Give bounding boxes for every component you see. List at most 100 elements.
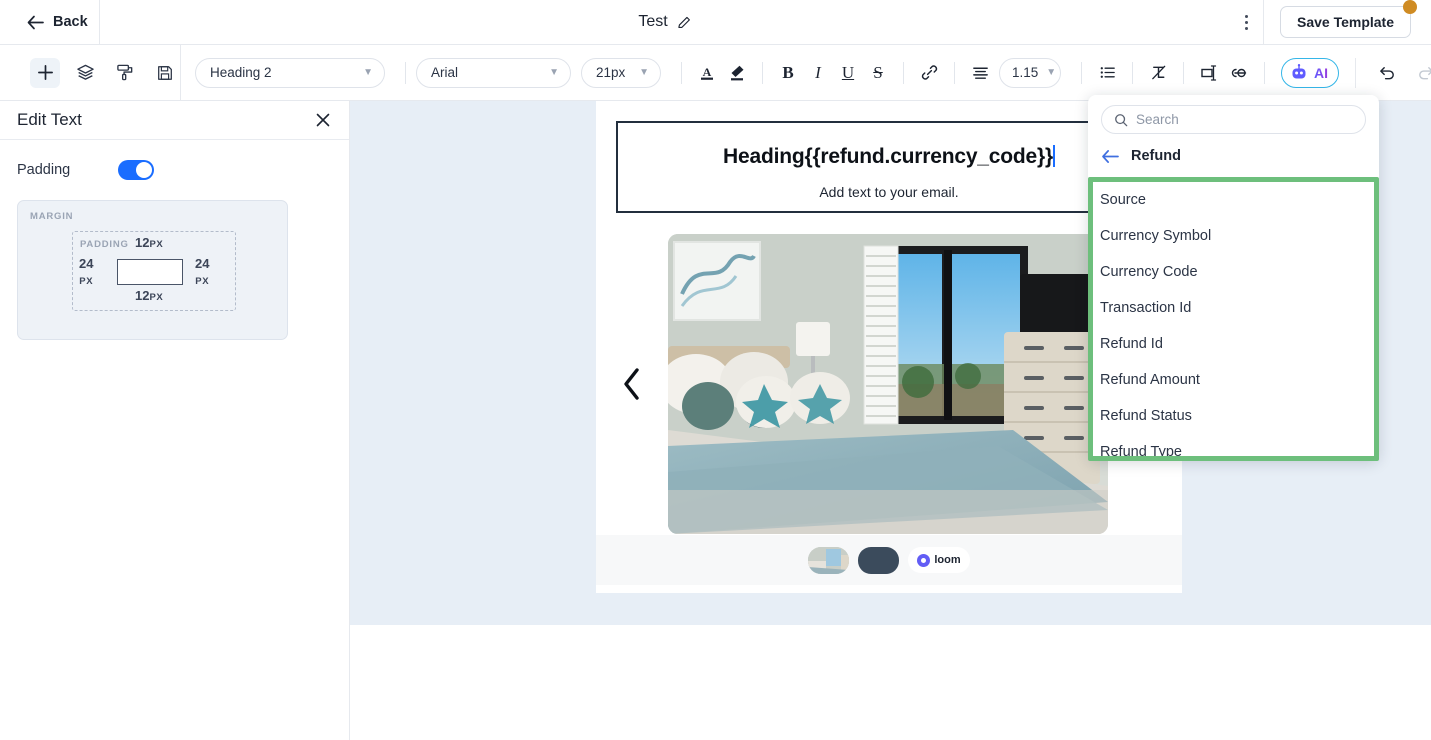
- arrow-left-icon: [27, 15, 44, 30]
- toolbar-block-tools: [0, 44, 181, 101]
- more-vertical-icon[interactable]: [1230, 0, 1264, 45]
- panel-header: Edit Text: [0, 101, 349, 140]
- variable-item-label: Refund Id: [1100, 336, 1163, 352]
- loom-badge-label: loom: [934, 554, 961, 566]
- variable-item-source[interactable]: Source: [1093, 182, 1374, 218]
- variable-item-label: Currency Symbol: [1100, 228, 1212, 244]
- bulleted-list-icon[interactable]: [1092, 58, 1122, 88]
- top-bar-actions: Save Template: [1230, 0, 1431, 45]
- link-icon[interactable]: [914, 58, 944, 88]
- font-family-select[interactable]: Arial ▼: [416, 57, 571, 88]
- variable-breadcrumb-back[interactable]: Refund: [1088, 134, 1379, 177]
- variable-item-currency-code[interactable]: Currency Code: [1093, 254, 1374, 290]
- padding-label: Padding: [17, 162, 71, 178]
- variable-item-refund-status[interactable]: Refund Status: [1093, 398, 1374, 434]
- add-block-icon[interactable]: [30, 57, 60, 88]
- padding-bottom-unit: PX: [149, 292, 164, 303]
- variable-link-icon[interactable]: [1224, 58, 1254, 88]
- variable-item-label: Transaction Id: [1100, 300, 1192, 316]
- chevron-down-icon: ▼: [549, 67, 559, 78]
- save-template-label: Save Template: [1296, 14, 1394, 30]
- variable-item-transaction-id[interactable]: Transaction Id: [1093, 290, 1374, 326]
- heading-text-row[interactable]: Heading{{refund.currency_code}}: [618, 145, 1160, 169]
- arrow-left-icon: [1101, 149, 1120, 164]
- font-size-select[interactable]: 21px ▼: [581, 57, 661, 88]
- variable-search-input[interactable]: [1136, 112, 1353, 127]
- variable-item-label: Refund Type: [1100, 444, 1182, 460]
- text-caret: [1052, 145, 1055, 167]
- content-box: [117, 259, 183, 285]
- variable-breadcrumb-label: Refund: [1131, 148, 1181, 164]
- padding-left-value[interactable]: 24 PX: [79, 256, 93, 289]
- save-template-button[interactable]: Save Template: [1279, 0, 1417, 38]
- robot-icon: [1289, 63, 1309, 83]
- chevron-left-icon[interactable]: [596, 367, 668, 401]
- padding-left-unit: PX: [79, 276, 94, 288]
- panel-title: Edit Text: [17, 110, 82, 129]
- clear-formatting-icon[interactable]: [1143, 58, 1173, 88]
- undo-icon[interactable]: [1372, 58, 1402, 88]
- save-disk-icon[interactable]: [150, 58, 180, 88]
- strikethrough-button[interactable]: S: [863, 58, 893, 88]
- underline-label: U: [841, 62, 855, 82]
- line-height-value: 1.15: [1012, 65, 1039, 80]
- chevron-down-icon: ▼: [639, 67, 649, 78]
- padding-toggle[interactable]: [118, 160, 155, 180]
- italic-button[interactable]: I: [803, 58, 833, 88]
- loom-video-thumbnail[interactable]: [808, 546, 850, 574]
- email-template-editor: Back Test Save Template Heading 2 ▼ Aria…: [0, 0, 1431, 740]
- page-title: Test: [638, 13, 668, 30]
- variable-item-label: Source: [1100, 192, 1146, 208]
- loom-control-pill[interactable]: [858, 546, 900, 574]
- bold-button[interactable]: B: [773, 58, 803, 88]
- toolbar-divider: [1132, 61, 1133, 84]
- search-icon: [1114, 113, 1128, 127]
- redo-icon[interactable]: [1410, 58, 1431, 88]
- bedroom-photo[interactable]: [668, 234, 1108, 534]
- chevron-down-icon: ▼: [363, 67, 373, 78]
- toolbar-divider: [405, 61, 406, 84]
- padding-bottom-value[interactable]: 12PX: [135, 288, 163, 303]
- highlighter-icon[interactable]: [722, 58, 752, 88]
- editor-toolbar: Heading 2 ▼ Arial ▼ 21px ▼ A B I U S 1.1…: [0, 44, 1431, 101]
- variable-search-box[interactable]: [1101, 105, 1366, 134]
- padding-left-number: 24: [79, 256, 94, 271]
- padding-setting-row: Padding: [0, 140, 349, 180]
- text-color-icon[interactable]: A: [692, 58, 722, 88]
- pencil-icon[interactable]: [677, 15, 692, 30]
- paragraph-style-select[interactable]: Heading 2 ▼: [195, 57, 385, 88]
- paragraph-style-value: Heading 2: [210, 65, 272, 80]
- padding-region: PADDING 12PX 24 PX 24 PX 12PX: [72, 231, 236, 311]
- loom-badge[interactable]: loom: [908, 547, 970, 573]
- sub-text[interactable]: Add text to your email.: [618, 184, 1160, 200]
- underline-button[interactable]: U: [833, 58, 863, 88]
- padding-top-value[interactable]: 12PX: [135, 235, 163, 250]
- close-icon[interactable]: [313, 110, 333, 130]
- layers-icon[interactable]: [70, 58, 100, 88]
- variable-item-refund-type[interactable]: Refund Type: [1093, 434, 1374, 460]
- toolbar-divider: [762, 61, 763, 84]
- selected-text-block[interactable]: Heading{{refund.currency_code}} Add text…: [616, 121, 1162, 213]
- merge-tag-icon[interactable]: [1194, 58, 1224, 88]
- back-button[interactable]: Back: [0, 0, 100, 45]
- variable-item-refund-id[interactable]: Refund Id: [1093, 326, 1374, 362]
- variable-picker-dropdown: Refund Source Currency Symbol Currency C…: [1088, 95, 1379, 461]
- ai-assist-button[interactable]: AI: [1281, 57, 1339, 88]
- line-height-select[interactable]: 1.15 ▼: [999, 57, 1061, 88]
- variable-item-refund-amount[interactable]: Refund Amount: [1093, 362, 1374, 398]
- box-model-diagram: MARGIN PADDING 12PX 24 PX 24 PX 12PX: [17, 200, 288, 340]
- variable-item-label: Currency Code: [1100, 264, 1198, 280]
- chevron-down-icon: ▼: [1046, 67, 1057, 78]
- loom-widget: loom: [596, 535, 1182, 585]
- toolbar-divider: [681, 61, 682, 84]
- strikethrough-label: S: [873, 62, 883, 82]
- font-size-value: 21px: [596, 65, 626, 80]
- variable-item-currency-symbol[interactable]: Currency Symbol: [1093, 218, 1374, 254]
- ai-label: AI: [1314, 64, 1328, 81]
- toolbar-divider: [1081, 61, 1082, 84]
- variable-item-label: Refund Amount: [1100, 372, 1200, 388]
- paint-roller-icon[interactable]: [110, 58, 140, 88]
- padding-right-value[interactable]: 24 PX: [195, 256, 209, 289]
- variable-item-label: Refund Status: [1100, 408, 1192, 424]
- align-center-icon[interactable]: [965, 58, 995, 88]
